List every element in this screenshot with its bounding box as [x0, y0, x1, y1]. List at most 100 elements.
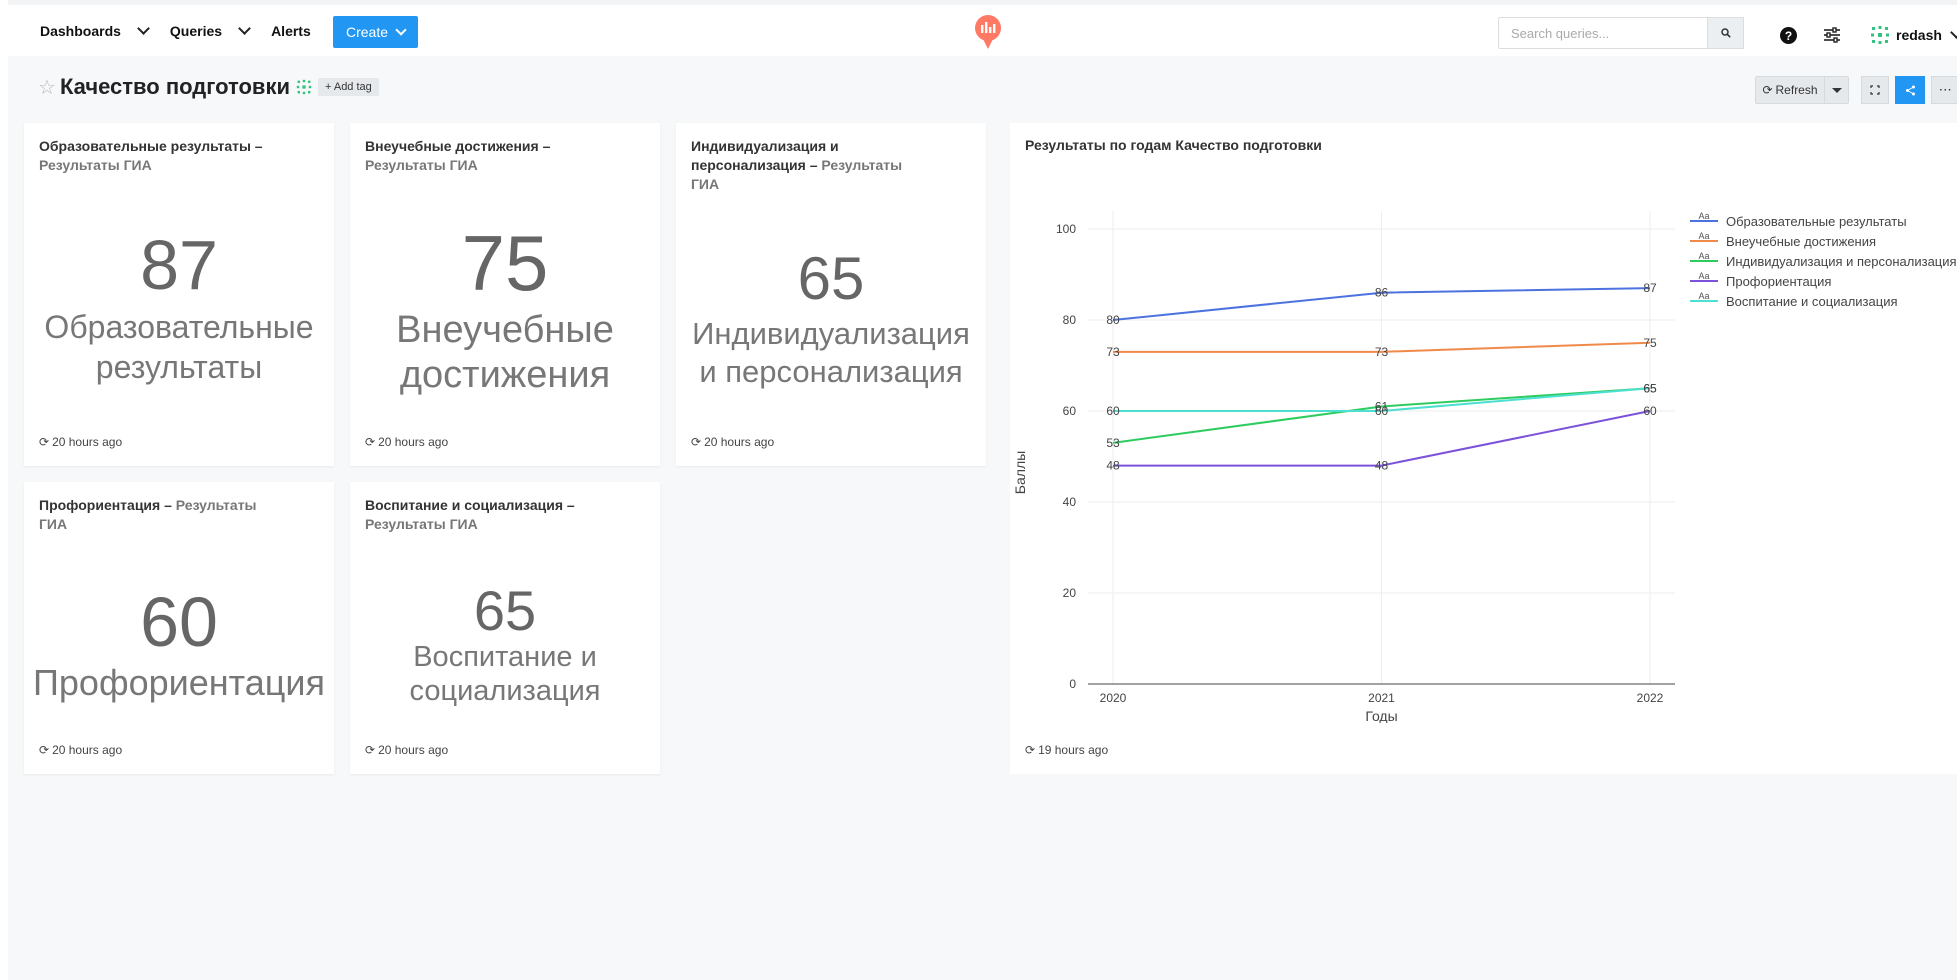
updated-timestamp: 20 hours ago — [704, 435, 775, 449]
dashboard-actions: ⟳ Refresh ··· — [1755, 76, 1957, 104]
refresh-icon[interactable]: ⟳ — [39, 435, 49, 449]
title-separator: – — [538, 138, 551, 154]
widget-title-text[interactable]: Воспитание и социализация — [365, 497, 563, 513]
widget-footer: ⟳ 20 hours ago — [691, 435, 774, 449]
refresh-icon[interactable]: ⟳ — [691, 435, 701, 449]
share-button[interactable] — [1895, 76, 1925, 104]
nav-dashboards-label: Dashboards — [40, 23, 121, 39]
favorite-star-icon[interactable]: ☆ — [38, 75, 56, 100]
counter-label: Внеучебные достижения — [350, 308, 660, 398]
title-separator: – — [562, 497, 575, 513]
widget-footer: ⟳ 20 hours ago — [39, 743, 122, 757]
counter-widget: Внеучебные достижения – Результаты ГИА 7… — [350, 123, 660, 466]
nav-alerts-label: Alerts — [271, 23, 311, 39]
y-tick-label: 40 — [1063, 495, 1077, 509]
widget-subtitle: Результаты ГИА — [365, 516, 478, 532]
legend-marker: Aa — [1698, 251, 1709, 261]
legend-label: Образовательные результаты — [1726, 214, 1907, 229]
updated-timestamp: 19 hours ago — [1038, 743, 1109, 757]
widget-subtitle: ГИА — [691, 176, 720, 192]
widget-title-text[interactable]: Профориентация — [39, 497, 160, 513]
widget-subtitle: Результаты — [821, 157, 903, 173]
chevron-down-icon[interactable] — [238, 22, 251, 35]
widget-footer: ⟳ 20 hours ago — [365, 743, 448, 757]
fullscreen-button[interactable] — [1861, 76, 1889, 104]
nav-queries-label: Queries — [169, 23, 223, 39]
chevron-down-icon[interactable] — [1950, 26, 1957, 39]
data-label: 75 — [1643, 336, 1657, 350]
redash-logo-icon[interactable] — [974, 15, 1002, 56]
line-chart[interactable]: 0 20 40 60 80 100 2020 2021 2022 Годы Баллы 80 86 87 7… — [1010, 123, 1957, 723]
page-title: Качество подготовки — [59, 74, 290, 99]
counter-value: 75 — [461, 219, 549, 307]
counter-label-line: Внеучебные — [396, 309, 614, 351]
counter-value: 87 — [140, 226, 218, 304]
widget-title-text[interactable]: Индивидуализация и — [691, 138, 839, 154]
counter-label: Индивидуализация и персонализация — [676, 315, 986, 391]
counter-widget: Воспитание и социализация – Результаты Г… — [350, 482, 660, 774]
data-label: 48 — [1375, 459, 1389, 473]
avatar — [1871, 26, 1889, 44]
refresh-button[interactable]: ⟳ Refresh — [1755, 76, 1825, 104]
y-tick-label: 80 — [1063, 313, 1077, 327]
legend-marker: Aa — [1698, 211, 1709, 221]
legend-marker: Aa — [1698, 231, 1709, 241]
y-tick-label: 0 — [1069, 677, 1076, 691]
search-input[interactable]: Search queries... — [1498, 17, 1708, 49]
nav-alerts[interactable]: Alerts — [271, 23, 311, 39]
refresh-dropdown-button[interactable] — [1825, 76, 1849, 104]
refresh-icon[interactable]: ⟳ — [1025, 743, 1035, 757]
x-tick-label: 2022 — [1637, 691, 1664, 705]
data-label: 87 — [1643, 281, 1657, 295]
counter-value: 65 — [473, 579, 537, 642]
ellipsis-icon: ··· — [1939, 84, 1953, 96]
add-tag-button[interactable]: + Add tag — [317, 78, 379, 96]
settings-sliders-icon[interactable] — [1823, 27, 1841, 48]
widget-title-text[interactable]: Внеучебные достижения — [365, 138, 539, 154]
counter-widget: Образовательные результаты – Результаты … — [24, 123, 334, 466]
y-tick-label: 60 — [1063, 404, 1077, 418]
chevron-down-icon[interactable] — [137, 22, 150, 35]
data-label: 53 — [1106, 436, 1120, 450]
top-navigation-bar: Dashboards Queries Alerts Create Search … — [8, 0, 1957, 56]
widget-title-text[interactable]: персонализация — [691, 157, 806, 173]
refresh-icon[interactable]: ⟳ — [365, 435, 375, 449]
widget-footer: ⟳ 20 hours ago — [365, 435, 448, 449]
widget-footer: ⟳ 19 hours ago — [1025, 743, 1108, 757]
widget-subtitle: ГИА — [39, 516, 68, 532]
counter-widget: Индивидуализация и персонализация – Резу… — [676, 123, 986, 466]
widget-subtitle: Результаты ГИА — [365, 157, 478, 173]
counter-value: 65 — [797, 245, 865, 312]
refresh-icon[interactable]: ⟳ — [39, 743, 49, 757]
widget-title: Воспитание и социализация – Результаты Г… — [365, 496, 575, 534]
widget-title-text[interactable]: Образовательные результаты — [39, 138, 251, 154]
data-label: 60 — [1375, 404, 1389, 418]
create-button-label: Create — [345, 24, 389, 40]
search-button[interactable] — [1708, 17, 1744, 49]
widget-subtitle: Результаты ГИА — [39, 157, 152, 173]
help-icon[interactable]: ? — [1780, 27, 1797, 44]
counter-label-line: достижения — [399, 354, 611, 396]
chevron-down-icon — [395, 23, 407, 36]
data-label: 73 — [1106, 345, 1120, 359]
create-button[interactable]: Create — [333, 16, 418, 48]
app-background: Dashboards Queries Alerts Create Search … — [8, 0, 1957, 980]
nav-dashboards[interactable]: Dashboards — [40, 22, 156, 39]
widget-footer: ⟳ 20 hours ago — [39, 435, 122, 449]
legend-marker: Aa — [1698, 291, 1709, 301]
legend-label: Воспитание и социализация — [1726, 294, 1898, 309]
user-menu[interactable]: redash — [1870, 25, 1957, 45]
title-separator: – — [250, 138, 263, 154]
share-icon — [1905, 85, 1915, 95]
owner-avatar-icon — [296, 79, 312, 95]
data-label: 73 — [1375, 345, 1389, 359]
counter-label-line: Образовательные — [44, 309, 314, 345]
title-separator: – — [805, 157, 822, 173]
nav-queries[interactable]: Queries — [169, 22, 257, 39]
data-label: 86 — [1375, 286, 1389, 300]
refresh-icon[interactable]: ⟳ — [365, 743, 375, 757]
more-options-button[interactable]: ··· — [1931, 76, 1957, 104]
legend-marker: Aa — [1698, 271, 1709, 281]
legend-label: Индивидуализация и персонализация — [1726, 254, 1957, 269]
widget-title: Внеучебные достижения – Результаты ГИА — [365, 137, 550, 175]
